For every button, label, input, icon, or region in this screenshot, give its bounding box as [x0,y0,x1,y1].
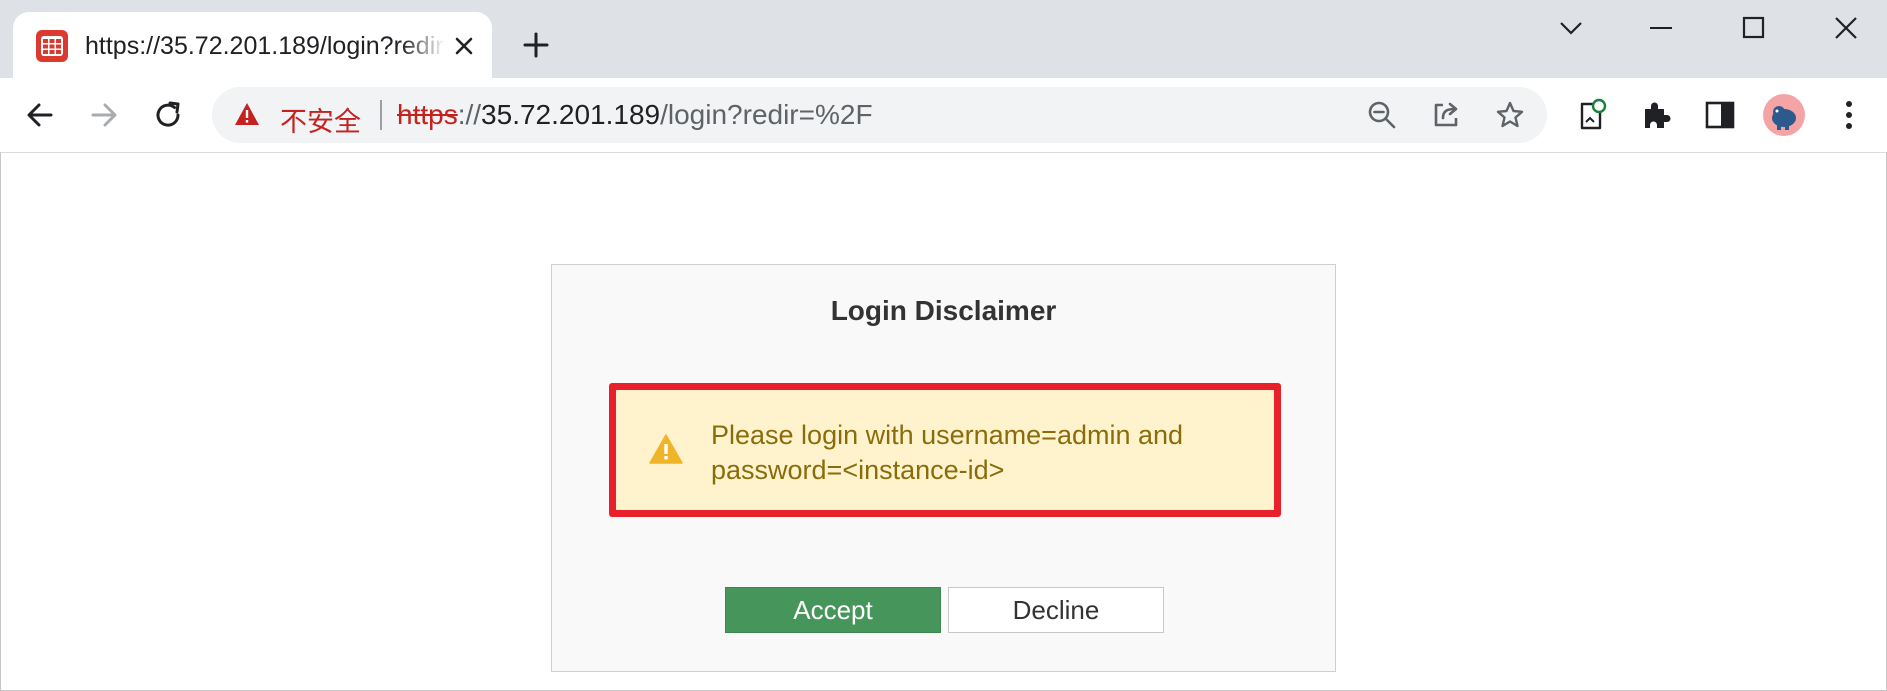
url-text[interactable]: https://35.72.201.189/login?redir=%2F [397,99,873,131]
minimize-icon [1650,27,1672,29]
disclaimer-text: Please login with username=admin and pas… [711,420,1184,485]
document-extension-icon [1580,98,1607,130]
reload-icon [156,101,180,127]
url-host: 35.72.201.189 [481,99,661,130]
chevron-down-icon [1560,22,1582,35]
share-icon [1434,102,1458,127]
forward-arrow-icon [91,103,117,127]
tab-search-button[interactable] [1543,8,1599,48]
back-button[interactable] [18,93,62,137]
url-scheme: https [397,99,458,130]
tab-close-icon[interactable] [450,32,478,60]
side-panel-button[interactable] [1698,93,1742,137]
minimize-button[interactable] [1634,8,1690,48]
fortinet-grid-icon [36,30,68,62]
tab-title: https://35.72.201.189/login?redir=%2F [85,32,445,60]
not-secure-label[interactable]: 不安全 [280,100,361,139]
maximize-button[interactable] [1726,8,1782,48]
active-tab[interactable]: https://35.72.201.189/login?redir=%2F [13,12,492,78]
puzzle-icon [1645,102,1671,128]
zoom-button[interactable] [1362,95,1402,135]
dialog-title: Login Disclaimer [830,295,1057,326]
kebab-menu-icon [1846,101,1852,129]
share-button[interactable] [1426,95,1466,135]
bookmark-button[interactable] [1490,95,1530,135]
extension-document-button[interactable] [1570,93,1614,137]
forward-button[interactable] [82,93,126,137]
address-bar[interactable]: 不安全 https://35.72.201.189/login?redir=%2… [212,87,1547,143]
back-arrow-icon [27,103,53,127]
tab-strip: https://35.72.201.189/login?redir=%2F [0,0,1887,78]
zoom-out-icon [1368,101,1396,129]
browser-toolbar: 不安全 https://35.72.201.189/login?redir=%2… [0,78,1887,153]
warning-triangle-icon[interactable] [234,102,260,126]
reload-button[interactable] [146,93,190,137]
url-separator: :// [457,99,482,130]
url-path: /login?redir=%2F [660,99,873,130]
disclaimer-message-box: Please login with username=admin and pas… [609,383,1281,517]
close-icon [1835,17,1857,39]
profile-avatar-icon [1772,106,1796,130]
maximize-icon [1742,16,1765,39]
accept-button[interactable]: Accept [725,587,941,633]
extensions-button[interactable] [1634,93,1678,137]
new-tab-button[interactable] [516,25,556,65]
login-disclaimer-dialog: Login Disclaimer Please login with usern… [551,264,1336,672]
omnibox-divider [380,100,382,130]
side-panel-icon [1705,101,1735,129]
decline-button[interactable]: Decline [948,587,1164,633]
close-window-button[interactable] [1818,8,1874,48]
star-icon [1496,101,1524,128]
warning-icon [649,434,683,464]
plus-icon [523,32,549,58]
browser-menu-button[interactable] [1827,93,1871,137]
avatar[interactable] [1763,94,1805,136]
